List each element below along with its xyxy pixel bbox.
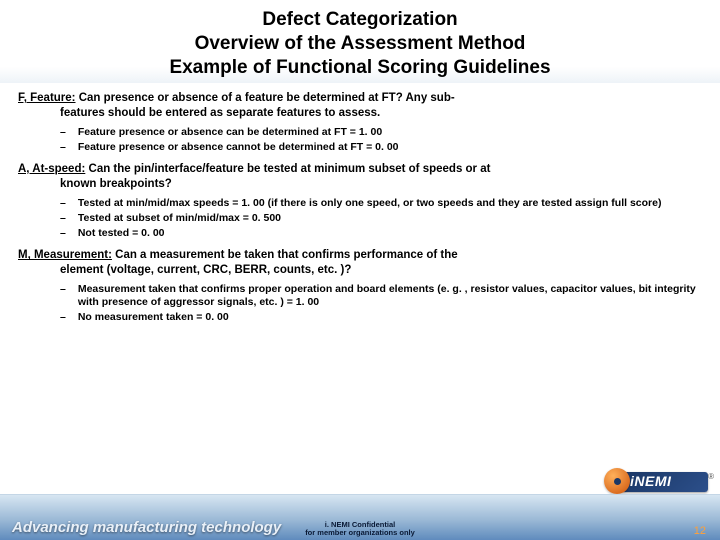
- section-m-heading: M, Measurement: Can a measurement be tak…: [18, 248, 702, 262]
- section-m-desc: Can a measurement be taken that confirms…: [112, 249, 458, 261]
- confidential-notice: i. NEMI Confidential for member organiza…: [0, 521, 720, 538]
- list-item: –No measurement taken = 0. 00: [60, 311, 702, 324]
- section-a-heading: A, At-speed: Can the pin/interface/featu…: [18, 162, 702, 176]
- slide-title: Defect Categorization Overview of the As…: [0, 0, 720, 83]
- section-f-label: F, Feature:: [18, 92, 76, 104]
- page-number: 12: [694, 525, 706, 537]
- section-f-desc-cont: features should be entered as separate f…: [18, 106, 702, 120]
- footer-bar: Advancing manufacturing technology i. NE…: [0, 494, 720, 540]
- title-line-3: Example of Functional Scoring Guidelines: [20, 56, 700, 80]
- slide-content: F, Feature: Can presence or absence of a…: [0, 83, 720, 330]
- logo-text: iNEMI: [630, 473, 671, 489]
- list-item: –Not tested = 0. 00: [60, 227, 702, 240]
- section-f-heading: F, Feature: Can presence or absence of a…: [18, 91, 702, 105]
- section-a-bullets: –Tested at min/mid/max speeds = 1. 00 (i…: [18, 193, 702, 246]
- section-m-desc-cont: element (voltage, current, CRC, BERR, co…: [18, 263, 702, 277]
- list-item: –Feature presence or absence can be dete…: [60, 126, 702, 139]
- section-a-desc: Can the pin/interface/feature be tested …: [85, 163, 490, 175]
- list-item: –Measurement taken that confirms proper …: [60, 283, 702, 309]
- section-f-desc: Can presence or absence of a feature be …: [76, 92, 455, 104]
- section-f-bullets: –Feature presence or absence can be dete…: [18, 122, 702, 160]
- section-a-label: A, At-speed:: [18, 163, 85, 175]
- title-line-2: Overview of the Assessment Method: [20, 32, 700, 56]
- section-m-bullets: –Measurement taken that confirms proper …: [18, 279, 702, 330]
- logo-globe-icon: [604, 468, 630, 494]
- registered-mark: ®: [708, 472, 714, 481]
- list-item: –Tested at min/mid/max speeds = 1. 00 (i…: [60, 197, 702, 210]
- title-line-1: Defect Categorization: [20, 8, 700, 32]
- section-a-desc-cont: known breakpoints?: [18, 177, 702, 191]
- section-m-label: M, Measurement:: [18, 249, 112, 261]
- list-item: –Tested at subset of min/mid/max = 0. 50…: [60, 212, 702, 225]
- list-item: –Feature presence or absence cannot be d…: [60, 141, 702, 154]
